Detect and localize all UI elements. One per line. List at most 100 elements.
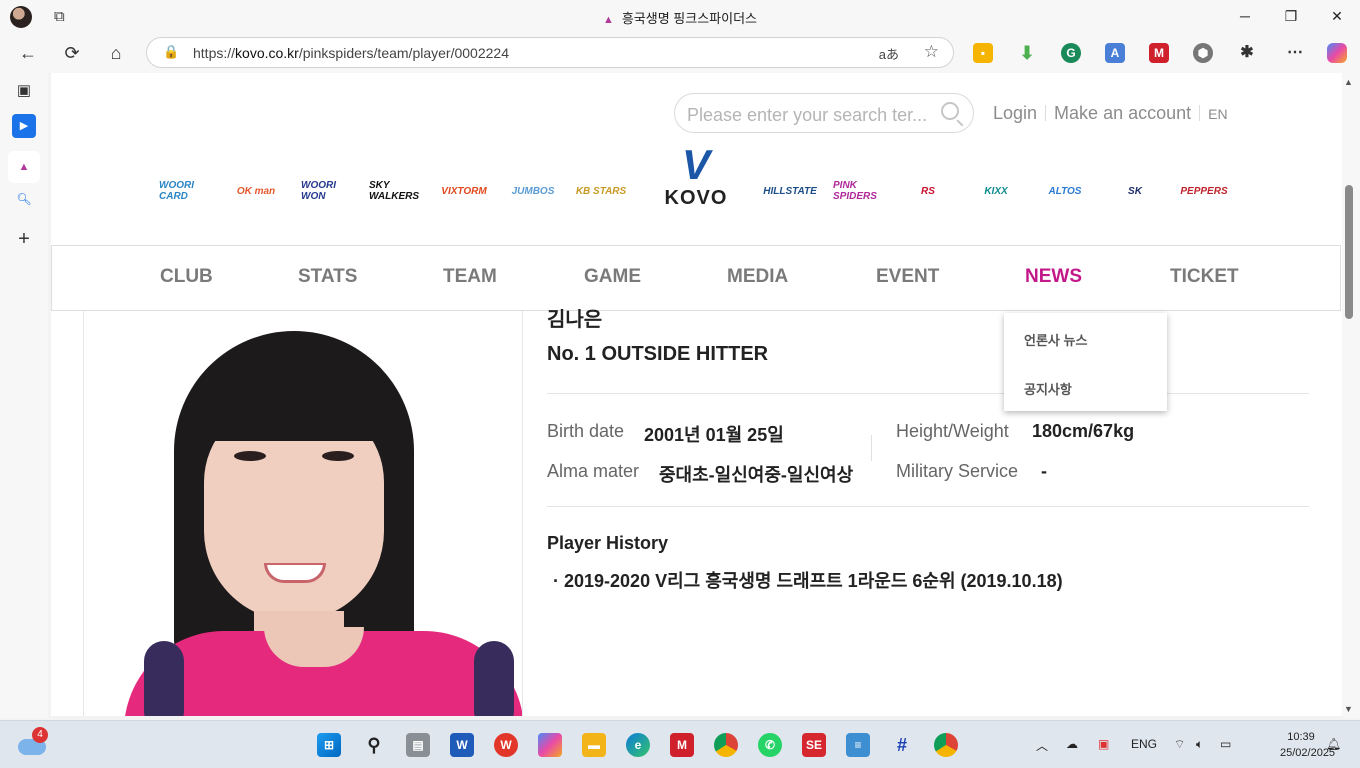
onedrive-icon[interactable]: ☁ <box>1066 737 1078 751</box>
photo-jersey <box>124 627 522 716</box>
download-extension-icon[interactable]: ⬇ <box>1017 43 1037 63</box>
page-scrollbar[interactable]: ▲ ▼ <box>1342 73 1360 718</box>
extension-gear-icon[interactable]: ⬢ <box>1193 43 1213 63</box>
translate-icon[interactable]: A <box>1105 43 1125 63</box>
extension-keep-icon[interactable]: ▪ <box>973 43 993 63</box>
kovo-logo[interactable]: V KOVO <box>661 143 731 215</box>
word-icon[interactable]: W <box>450 733 474 757</box>
military-service-label: Military Service <box>896 461 1019 481</box>
nav-ticket[interactable]: TICKET <box>1170 266 1239 288</box>
file-explorer-icon[interactable]: ▬ <box>582 733 606 757</box>
team-logo-peppers[interactable]: PEPPERS <box>1179 169 1229 213</box>
nav-event[interactable]: EVENT <box>876 266 939 288</box>
player-number-position: No. 1 OUTSIDE HITTER <box>547 343 769 365</box>
app-hash-icon[interactable]: # <box>890 733 914 757</box>
login-link[interactable]: Login <box>993 103 1037 123</box>
search-icon[interactable] <box>941 102 959 120</box>
chrome-icon[interactable] <box>714 733 738 757</box>
window-title: ▲ 흥국생명 핑크스파이더스 <box>602 11 758 26</box>
volume-icon[interactable]: 🔈︎ <box>1196 737 1203 752</box>
more-menu-icon[interactable]: ⋯ <box>1285 43 1305 63</box>
team-logo-skywalkers[interactable]: SKY WALKERS <box>369 169 419 213</box>
player-history-title: Player History <box>547 533 669 553</box>
nav-team[interactable]: TEAM <box>443 266 497 288</box>
notifications-icon[interactable]: 🔔︎ <box>1326 737 1341 751</box>
copilot-app-icon[interactable] <box>538 733 562 757</box>
app-se-icon[interactable]: SE <box>802 733 826 757</box>
sidebar-search-icon[interactable]: 🔍︎ <box>12 187 36 211</box>
grammarly-icon[interactable]: G <box>1061 43 1081 63</box>
team-logo-altos[interactable]: ALTOS <box>1043 169 1087 213</box>
windows-taskbar: 4 ⊞ ⚲ ▤ W W ▬ e M ✆ SE ≡ # ︿ ☁ ▣ ENG ⌔ 🔈… <box>0 720 1360 768</box>
taskbar-search-icon[interactable]: ⚲ <box>362 733 386 757</box>
team-logo-sk[interactable]: SK <box>1115 169 1155 213</box>
sidebar-add-icon[interactable]: + <box>12 227 36 251</box>
whatsapp-icon[interactable]: ✆ <box>758 733 782 757</box>
clock[interactable]: 10:39 25/02/2025 <box>1280 729 1336 761</box>
home-button[interactable]: ⌂ <box>102 40 130 66</box>
copilot-icon[interactable] <box>1327 43 1347 63</box>
input-language[interactable]: ENG <box>1131 737 1157 751</box>
team-logo-kbstars[interactable]: KB STARS <box>575 169 627 213</box>
sidebar-pinkspiders-icon[interactable]: ▲ <box>8 151 40 183</box>
team-logo-pinkspiders[interactable]: PINK SPIDERS <box>833 169 885 213</box>
team-logo-rs[interactable]: RS <box>909 169 947 213</box>
team-logo-wooriwon[interactable]: WOORI WON <box>301 169 351 213</box>
player-history-item: · 2019-2020 V리그 흥국생명 드래프트 1라운드 6순위 (2019… <box>553 571 1063 591</box>
team-logo-hillstate[interactable]: HILLSTATE <box>763 169 817 213</box>
address-toolbar: ← ⟳ ⌂ 🔒 https://kovo.co.kr/pinkspiders/t… <box>0 33 1360 73</box>
wps-icon[interactable]: W <box>494 733 518 757</box>
chrome-profile-icon[interactable] <box>934 733 958 757</box>
nav-game[interactable]: GAME <box>584 266 641 288</box>
photo-sleeve <box>144 641 184 716</box>
restore-button[interactable]: ❐ <box>1271 4 1311 28</box>
address-bar[interactable]: 🔒 https://kovo.co.kr/pinkspiders/team/pl… <box>146 37 954 68</box>
language-link[interactable]: EN <box>1208 106 1227 122</box>
nav-stats[interactable]: STATS <box>298 266 357 288</box>
nav-media[interactable]: MEDIA <box>727 266 788 288</box>
url-text[interactable]: https://kovo.co.kr/pinkspiders/team/play… <box>193 45 509 61</box>
scrollbar-thumb[interactable] <box>1345 185 1353 319</box>
start-button[interactable]: ⊞ <box>317 733 341 757</box>
scroll-up-icon[interactable]: ▲ <box>1344 77 1353 87</box>
extensions-puzzle-icon[interactable]: ✱ <box>1237 43 1257 63</box>
site-search-input[interactable]: Please enter your search ter... <box>674 93 974 133</box>
signup-link[interactable]: Make an account <box>1054 103 1191 123</box>
team-logo-jumbos[interactable]: JUMBOS <box>509 169 557 213</box>
team-logo-kixx[interactable]: KIXX <box>973 169 1019 213</box>
account-links: Login Make an account EN <box>993 103 1228 124</box>
browser-sidebar: ▣ ▶ ▲ 🔍︎ + <box>0 73 48 718</box>
sidebar-app-icon[interactable]: ▶ <box>12 114 36 138</box>
team-logo-wooricard[interactable]: WOORI CARD <box>159 169 217 213</box>
nav-news[interactable]: NEWS <box>1025 266 1082 288</box>
nav-club[interactable]: CLUB <box>160 266 213 288</box>
team-logo-okman[interactable]: OK man <box>231 169 281 213</box>
menu-item-notices[interactable]: 공지사항 <box>1024 379 1072 398</box>
web-page: Please enter your search ter... Login Mak… <box>51 73 1342 716</box>
scroll-down-icon[interactable]: ▼ <box>1344 704 1353 714</box>
favorite-star-icon[interactable]: ☆ <box>924 42 939 62</box>
task-view-icon[interactable]: ▤ <box>406 733 430 757</box>
lock-icon[interactable]: 🔒 <box>163 44 179 60</box>
menu-item-press-news[interactable]: 언론사 뉴스 <box>1024 330 1087 349</box>
weather-widget[interactable]: 4 <box>18 727 48 757</box>
battery-icon[interactable]: ▭ <box>1220 737 1231 751</box>
refresh-button[interactable]: ⟳ <box>58 40 86 66</box>
sidebar-tabs-icon[interactable]: ▣ <box>12 79 36 103</box>
mega-extension-icon[interactable]: M <box>1149 43 1169 63</box>
clock-date: 25/02/2025 <box>1280 747 1336 759</box>
read-aloud-button[interactable]: aあ <box>879 44 899 63</box>
mega-app-icon[interactable]: M <box>670 733 694 757</box>
wifi-icon[interactable]: ⌔ <box>1174 737 1185 752</box>
browser-titlebar: ⧉ ▲ 흥국생명 핑크스파이더스 ─ ❐ ✕ <box>0 0 1360 33</box>
back-button[interactable]: ← <box>14 40 42 66</box>
tray-app-icon[interactable]: ▣ <box>1098 737 1109 751</box>
photo-collar <box>264 627 364 667</box>
close-window-button[interactable]: ✕ <box>1317 4 1357 28</box>
team-logo-vixtorm[interactable]: VIXTORM <box>437 169 491 213</box>
notepad-icon[interactable]: ≡ <box>846 733 870 757</box>
minimize-button[interactable]: ─ <box>1225 4 1265 28</box>
edge-icon[interactable]: e <box>626 733 650 757</box>
player-photo <box>83 311 523 716</box>
tray-overflow-icon[interactable]: ︿ <box>1036 737 1048 754</box>
